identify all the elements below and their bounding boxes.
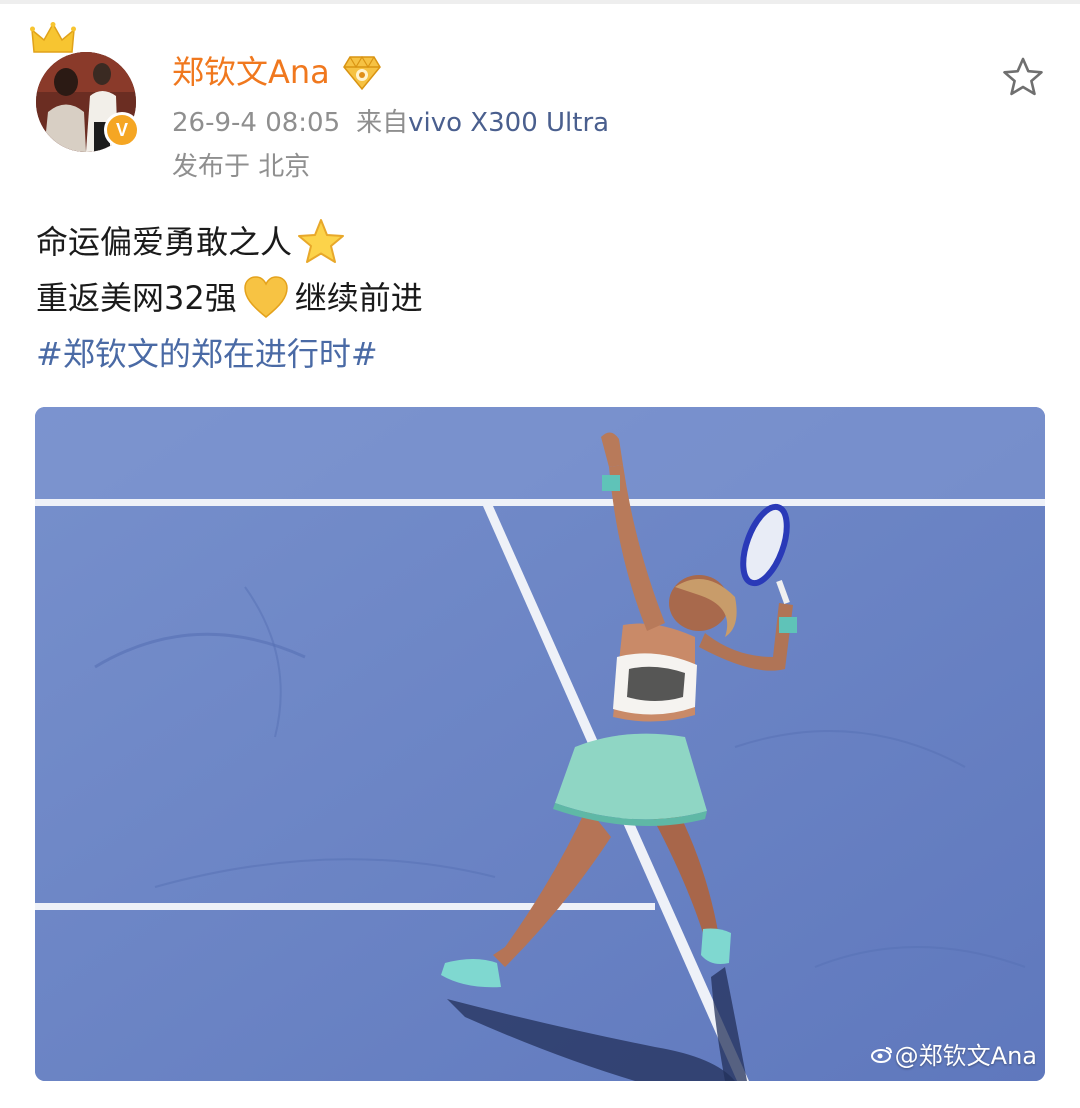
tennis-court-photo (35, 407, 1045, 1081)
top-divider (0, 0, 1080, 4)
post-location: 发布于 北京 (172, 152, 311, 182)
watermark-text: @郑钦文Ana (894, 1042, 1037, 1070)
yellow-heart-emoji (243, 276, 288, 318)
vip-member-icon[interactable] (340, 53, 384, 91)
hashtag-link[interactable]: #郑钦文的郑在进行时# (36, 326, 378, 382)
post-line-3: #郑钦文的郑在进行时# (36, 326, 423, 382)
post-image[interactable]: @郑钦文Ana (35, 407, 1045, 1081)
weibo-logo-icon (870, 1046, 892, 1063)
avatar-group[interactable]: V (30, 22, 142, 152)
post-source-prefix: 来自 (356, 108, 409, 138)
post-line-2: 重返美网32强 继续前进 (36, 270, 423, 326)
image-watermark: @郑钦文Ana (870, 1036, 1037, 1071)
post-content: 命运偏爱勇敢之人 重返美网32强 继续前进 #郑钦文的郑在进行时# (36, 214, 423, 382)
post-meta: 26-9-4 08:05 来自vivo X300 Ultra (172, 106, 609, 140)
verified-v-icon: V (104, 112, 140, 148)
author-name-text[interactable]: 郑钦文Ana (172, 52, 330, 92)
author-name[interactable]: 郑钦文Ana (172, 52, 384, 92)
post-text-line-3: 继续前进 (294, 279, 423, 317)
star-outline-icon[interactable] (1002, 56, 1044, 98)
post-text-line-1: 命运偏爱勇敢之人 (36, 223, 293, 261)
star-emoji (298, 219, 345, 263)
crown-icon (30, 22, 76, 53)
post-timestamp: 26-9-4 08:05 (172, 108, 341, 138)
post-text-line-2: 重返美网32强 (36, 279, 237, 317)
post-line-1: 命运偏爱勇敢之人 (36, 214, 423, 270)
post-device[interactable]: vivo X300 Ultra (408, 108, 609, 138)
